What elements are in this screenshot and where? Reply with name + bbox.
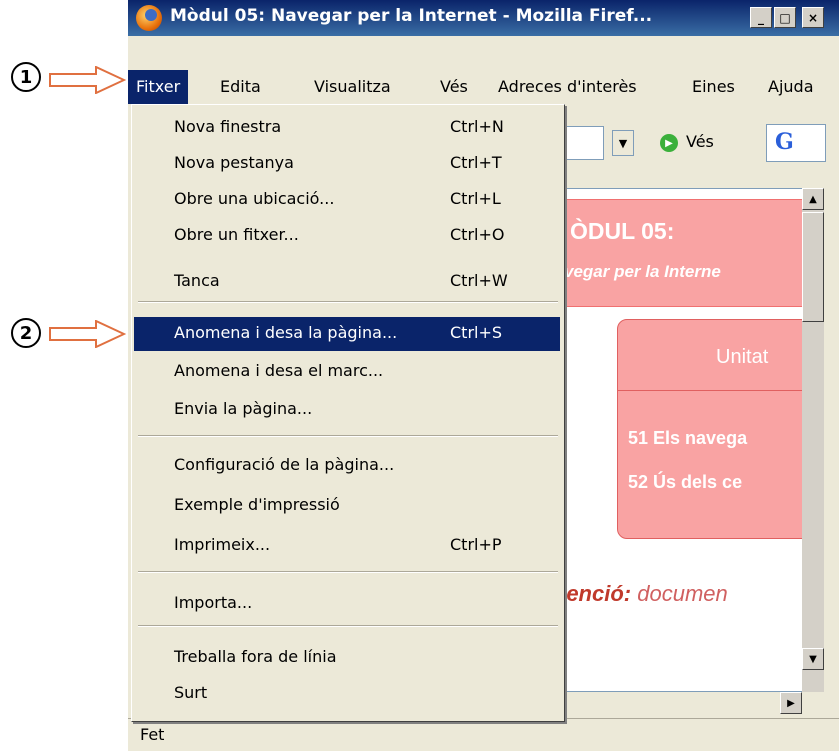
menu-visualitza[interactable]: Visualitza: [314, 70, 391, 104]
menu-item-label: Nova pestanya: [174, 153, 294, 172]
menu-fitxer[interactable]: Fitxer: [128, 70, 189, 104]
go-button-label[interactable]: Vés: [686, 132, 714, 151]
unit-box: Unitat 51 Els navega 52 Ús dels ce: [617, 319, 813, 539]
search-box[interactable]: G: [766, 124, 826, 162]
url-dropdown-icon[interactable]: ▼: [612, 130, 634, 156]
menu-item-label: Anomena i desa la pàgina...: [174, 323, 398, 342]
menu-bar: Fitxer Edita Visualitza Vés Adreces d'in…: [128, 70, 839, 104]
unit-divider: [618, 390, 813, 391]
menu-item-shortcut: Ctrl+W: [450, 271, 508, 290]
menu-item-label: Anomena i desa el marc...: [174, 361, 384, 380]
status-text: Fet: [140, 725, 165, 744]
menu-item-anomena-desa-marc[interactable]: Anomena i desa el marc...: [134, 355, 560, 389]
scroll-up-icon[interactable]: ▲: [802, 188, 824, 210]
menu-item-envia-pagina[interactable]: Envia la pàgina...: [134, 393, 560, 427]
menu-item-shortcut: Ctrl+S: [450, 323, 503, 342]
menu-item-label: Tanca: [174, 271, 220, 290]
menu-item-shortcut: Ctrl+N: [450, 117, 504, 136]
banner-title: ÒDUL 05:: [570, 218, 675, 244]
menu-item-tanca[interactable]: Tanca Ctrl+W: [134, 265, 560, 299]
menu-item-label: Obre un fitxer...: [174, 225, 299, 244]
unit-link-51[interactable]: 51 Els navega: [628, 428, 747, 449]
menu-item-nova-pestanya[interactable]: Nova pestanya Ctrl+T: [134, 147, 560, 181]
menu-item-anomena-desa-pagina[interactable]: Anomena i desa la pàgina... Ctrl+S: [134, 317, 560, 351]
menu-item-shortcut: Ctrl+L: [450, 189, 501, 208]
scroll-thumb[interactable]: [802, 212, 824, 322]
menu-item-label: Obre una ubicació...: [174, 189, 335, 208]
minimize-button[interactable]: _: [750, 7, 772, 28]
menu-eines[interactable]: Eines: [692, 70, 735, 104]
menu-item-treballa-fora-linia[interactable]: Treballa fora de línia: [134, 641, 560, 675]
menu-item-label: Treballa fora de línia: [174, 647, 337, 666]
menu-edita[interactable]: Edita: [220, 70, 261, 104]
menu-item-shortcut: Ctrl+O: [450, 225, 505, 244]
menu-item-shortcut: Ctrl+T: [450, 153, 502, 172]
callout-number-2: 2: [11, 318, 41, 348]
banner-subtitle: vegar per la Interne: [564, 262, 721, 281]
menu-item-label: Importa...: [174, 593, 253, 612]
file-menu-dropdown: Nova finestra Ctrl+N Nova pestanya Ctrl+T …: [131, 104, 565, 722]
callout-number-1: 1: [11, 62, 41, 92]
callout-arrow-1: [48, 66, 126, 94]
unit-header: Unitat: [716, 346, 769, 368]
go-icon[interactable]: ▶: [660, 134, 678, 152]
menu-separator: [138, 301, 558, 303]
menu-item-imprimeix[interactable]: Imprimeix... Ctrl+P: [134, 529, 560, 563]
window-title: Mòdul 05: Navegar per la Internet - Mozi…: [170, 6, 653, 26]
status-bar: Fet: [128, 718, 839, 751]
attention-note: tenció: documen: [559, 581, 728, 607]
attention-label: tenció:: [559, 581, 632, 606]
menu-separator: [138, 625, 558, 627]
menu-ves[interactable]: Vés: [440, 70, 468, 104]
menu-item-surt[interactable]: Surt: [134, 677, 560, 711]
menu-item-label: Nova finestra: [174, 117, 282, 136]
close-button[interactable]: ×: [802, 7, 824, 28]
scroll-down-icon[interactable]: ▼: [802, 648, 824, 670]
unit-link-52[interactable]: 52 Ús dels ce: [628, 472, 742, 493]
vertical-scrollbar[interactable]: ▲ ▼: [802, 188, 824, 692]
menu-item-label: Configuració de la pàgina...: [174, 455, 395, 474]
menu-item-label: Exemple d'impressió: [174, 495, 340, 514]
menu-item-shortcut: Ctrl+P: [450, 535, 502, 554]
menu-separator: [138, 435, 558, 437]
menu-item-label: Imprimeix...: [174, 535, 271, 554]
menu-adreces-interes[interactable]: Adreces d'interès: [498, 70, 637, 104]
attention-text: documen: [631, 581, 728, 606]
scroll-right-icon[interactable]: ▶: [780, 692, 802, 714]
menu-item-label: Surt: [174, 683, 208, 702]
menu-item-configuracio-pagina[interactable]: Configuració de la pàgina...: [134, 449, 560, 483]
menu-item-exemple-impressio[interactable]: Exemple d'impressió: [134, 489, 560, 523]
google-icon: G: [775, 129, 794, 155]
menu-item-nova-finestra[interactable]: Nova finestra Ctrl+N: [134, 111, 560, 145]
firefox-logo-icon: [136, 5, 162, 31]
maximize-button[interactable]: □: [774, 7, 796, 28]
menu-item-importa[interactable]: Importa...: [134, 587, 560, 621]
menu-item-obre-ubicacio[interactable]: Obre una ubicació... Ctrl+L: [134, 183, 560, 217]
menu-item-obre-fitxer[interactable]: Obre un fitxer... Ctrl+O: [134, 219, 560, 253]
callout-arrow-2: [48, 320, 126, 348]
menu-ajuda[interactable]: Ajuda: [768, 70, 814, 104]
title-bar: Mòdul 05: Navegar per la Internet - Mozi…: [128, 0, 839, 36]
menu-item-label: Envia la pàgina...: [174, 399, 313, 418]
menu-separator: [138, 571, 558, 573]
